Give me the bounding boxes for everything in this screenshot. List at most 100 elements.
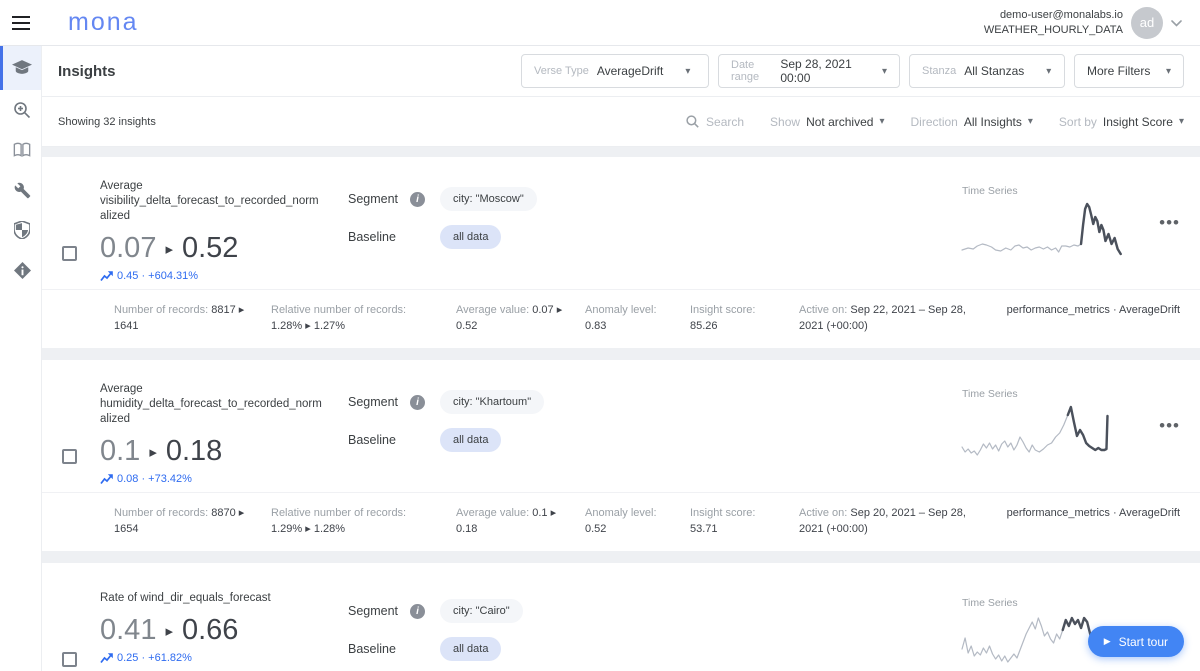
metric-value: 1.28% ▸ 1.27% bbox=[271, 320, 346, 332]
page-header: Insights Verse Type AverageDrift ▾ Date … bbox=[42, 46, 1200, 97]
metric-tags: performance_metrics · AverageDrift bbox=[1006, 304, 1180, 316]
caret-down-icon: ▾ bbox=[1027, 116, 1033, 127]
trend-text: 0.25 · +61.82% bbox=[117, 652, 192, 664]
baseline-chip[interactable]: all data bbox=[440, 225, 502, 249]
info-icon[interactable]: i bbox=[410, 191, 425, 207]
metric-label: Anomaly level: bbox=[585, 304, 657, 316]
segment-chip[interactable]: city: "Moscow" bbox=[440, 187, 537, 211]
arrow-right-icon: ▸ bbox=[165, 622, 173, 640]
search-placeholder: Search bbox=[706, 114, 745, 129]
time-series-label: Time Series bbox=[962, 185, 1018, 197]
topbar: mona demo-user@monalabs.io WEATHER_HOURL… bbox=[0, 0, 1200, 46]
metric-label: Number of records: bbox=[114, 507, 209, 519]
sidebar-item-config[interactable] bbox=[0, 170, 41, 210]
brand-logo[interactable]: mona bbox=[68, 8, 139, 37]
sidebar bbox=[0, 46, 42, 671]
menu-icon[interactable] bbox=[0, 15, 42, 30]
sort-label: Sort by bbox=[1058, 114, 1097, 129]
shield-icon bbox=[14, 221, 30, 239]
insight-value: 0.41 ▸ 0.66 bbox=[100, 614, 348, 647]
more-options-icon[interactable]: ••• bbox=[1159, 213, 1180, 233]
trend-up-icon bbox=[100, 473, 113, 484]
metric-label: Insight score: bbox=[690, 304, 756, 316]
metric-label: Relative number of records: bbox=[271, 304, 407, 316]
metrics-row: Number of records: 8817 ▸ 1641 Relative … bbox=[42, 289, 1200, 348]
metric-label: Average value: bbox=[456, 304, 530, 316]
show-label: Show bbox=[770, 114, 801, 129]
showing-count: Showing 32 insights bbox=[58, 115, 156, 128]
more-filters-button[interactable]: More Filters ▾ bbox=[1074, 54, 1184, 88]
baseline-label: Baseline bbox=[348, 642, 396, 656]
info-icon[interactable]: i bbox=[410, 394, 425, 410]
segment-label: Segment bbox=[348, 395, 399, 409]
filter-value: More Filters bbox=[1087, 64, 1151, 78]
insight-value: 0.1 ▸ 0.18 bbox=[100, 435, 348, 468]
value-to: 0.52 bbox=[181, 232, 239, 264]
baseline-label: Baseline bbox=[348, 433, 396, 447]
value-from: 0.41 bbox=[100, 614, 157, 646]
time-series-chart: Time Series bbox=[960, 157, 1138, 289]
stanza-filter[interactable]: Stanza All Stanzas ▾ bbox=[909, 54, 1065, 88]
show-value: Not archived bbox=[806, 114, 874, 129]
start-tour-button[interactable]: ▶ Start tour bbox=[1087, 626, 1184, 657]
avatar[interactable]: ad bbox=[1131, 6, 1163, 39]
metric-value: 0.83 bbox=[585, 320, 607, 332]
main-content: Insights Verse Type AverageDrift ▾ Date … bbox=[42, 46, 1200, 671]
sort-value: Insight Score bbox=[1102, 114, 1173, 129]
segment-chip[interactable]: city: "Khartoum" bbox=[440, 390, 545, 414]
trend-text: 0.08 · +73.42% bbox=[117, 473, 192, 485]
insight-title: Average visibility_delta_forecast_to_rec… bbox=[100, 180, 319, 222]
insight-checkbox[interactable] bbox=[62, 652, 77, 667]
arrow-right-icon: ▸ bbox=[149, 443, 157, 461]
verse-type-filter[interactable]: Verse Type AverageDrift ▾ bbox=[521, 54, 709, 88]
wrench-icon bbox=[14, 182, 31, 199]
baseline-chip[interactable]: all data bbox=[440, 637, 502, 661]
more-options-icon[interactable]: ••• bbox=[1159, 416, 1180, 436]
value-to: 0.66 bbox=[181, 614, 239, 646]
show-filter[interactable]: Show Not archived ▾ bbox=[770, 115, 884, 129]
open-book-icon bbox=[13, 142, 31, 158]
metric-label: Number of records: bbox=[114, 304, 209, 316]
sidebar-item-alerts[interactable] bbox=[0, 250, 41, 290]
alert-diamond-icon bbox=[13, 261, 31, 279]
insight-title: Average humidity_delta_forecast_to_recor… bbox=[100, 383, 322, 425]
sidebar-item-investigate[interactable] bbox=[0, 90, 41, 130]
chevron-down-icon[interactable] bbox=[1171, 14, 1182, 32]
insight-checkbox[interactable] bbox=[62, 246, 77, 261]
sidebar-item-policies[interactable] bbox=[0, 210, 41, 250]
metric-label: Active on: bbox=[799, 304, 848, 316]
filter-label: Stanza bbox=[922, 65, 957, 77]
sparkline bbox=[960, 400, 1138, 466]
filter-label: Verse Type bbox=[534, 65, 589, 77]
baseline-label: Baseline bbox=[348, 230, 396, 244]
insight-checkbox[interactable] bbox=[62, 449, 77, 464]
caret-down-icon: ▾ bbox=[881, 65, 887, 77]
sidebar-item-data[interactable] bbox=[0, 130, 41, 170]
sparkline bbox=[960, 197, 1138, 263]
direction-filter[interactable]: Direction All Insights ▾ bbox=[910, 115, 1032, 129]
caret-down-icon: ▾ bbox=[685, 65, 691, 77]
filter-value: AverageDrift bbox=[596, 64, 664, 78]
trend-up-icon bbox=[100, 652, 113, 663]
metric-tags: performance_metrics · AverageDrift bbox=[1006, 507, 1180, 519]
baseline-chip[interactable]: all data bbox=[440, 428, 502, 452]
sort-by-filter[interactable]: Sort by Insight Score ▾ bbox=[1059, 115, 1184, 129]
metric-value: 53.71 bbox=[690, 523, 718, 535]
trend-text: 0.45 · +604.31% bbox=[117, 270, 199, 282]
metric-value: 1.29% ▸ 1.28% bbox=[271, 523, 346, 535]
trend-delta: 0.45 · +604.31% bbox=[100, 270, 348, 282]
insight-card: Average humidity_delta_forecast_to_recor… bbox=[42, 360, 1200, 551]
filter-value: All Stanzas bbox=[964, 64, 1025, 78]
metric-value: 85.26 bbox=[690, 320, 718, 332]
sidebar-item-insights[interactable] bbox=[0, 46, 41, 90]
time-series-chart: Time Series bbox=[960, 360, 1138, 492]
search-input[interactable]: Search bbox=[686, 115, 744, 129]
caret-down-icon: ▾ bbox=[1178, 116, 1184, 127]
trend-up-icon bbox=[100, 270, 113, 281]
caret-down-icon: ▾ bbox=[1046, 65, 1052, 77]
segment-chip[interactable]: city: "Cairo" bbox=[440, 599, 523, 623]
info-icon[interactable]: i bbox=[410, 603, 425, 619]
time-series-label: Time Series bbox=[962, 388, 1018, 400]
metric-value: 0.52 bbox=[585, 523, 607, 535]
date-range-filter[interactable]: Date range Sep 28, 2021 00:00 ▾ bbox=[718, 54, 900, 88]
